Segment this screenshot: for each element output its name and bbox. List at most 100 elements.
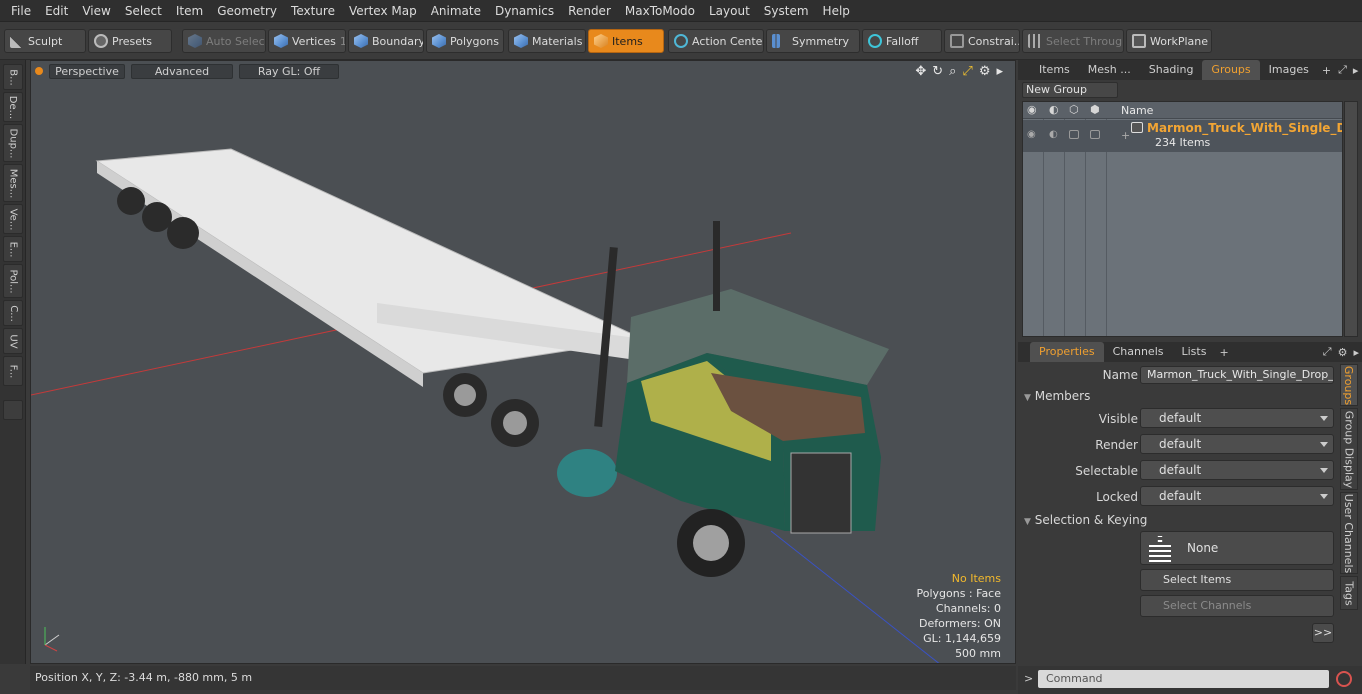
selectable-dropdown[interactable]: default (1140, 460, 1334, 480)
menu-texture[interactable]: Texture (284, 0, 342, 22)
tab-items[interactable]: Items (1030, 60, 1079, 80)
row-select-icon[interactable] (1090, 130, 1100, 139)
falloff-button[interactable]: Falloff (862, 29, 942, 53)
tab-images[interactable]: Images (1260, 60, 1318, 80)
group-list-scrollbar[interactable] (1344, 101, 1358, 337)
panel-arrow-icon[interactable]: ▸ (1350, 64, 1362, 77)
items-button[interactable]: Items (588, 29, 664, 53)
expand-arrow-icon[interactable]: ▸ (996, 64, 1003, 79)
left-tab-fusion[interactable]: F... (3, 356, 23, 386)
pan-icon[interactable]: ✥ (915, 64, 926, 79)
keying-none-button[interactable]: None (1140, 531, 1334, 565)
tab-channels[interactable]: Channels (1104, 342, 1173, 362)
left-tab-deform[interactable]: De... (3, 92, 23, 122)
visible-dropdown[interactable]: default (1140, 408, 1334, 428)
menu-view[interactable]: View (75, 0, 117, 22)
symmetry-button[interactable]: Symmetry (766, 29, 860, 53)
side-tab-groups[interactable]: Groups (1340, 364, 1358, 406)
new-group-button[interactable]: New Group (1022, 82, 1118, 98)
action-center-button[interactable]: Action Center (668, 29, 764, 53)
maximize-icon[interactable]: ⤢ (1320, 345, 1335, 359)
row-visibility-icon[interactable]: ◉ (1027, 129, 1036, 140)
materials-button[interactable]: Materials (508, 29, 586, 53)
render-column-icon[interactable]: ◐ (1049, 103, 1059, 116)
constraints-button[interactable]: Constrai... (944, 29, 1020, 53)
visibility-column-icon[interactable]: ◉ (1027, 103, 1037, 116)
workplane-button[interactable]: WorkPlane (1126, 29, 1212, 53)
locked-dropdown[interactable]: default (1140, 486, 1334, 506)
row-render-icon[interactable]: ◐ (1049, 129, 1058, 140)
menu-select[interactable]: Select (118, 0, 169, 22)
sculpt-button[interactable]: Sculpt (4, 29, 86, 53)
left-tab-curve[interactable]: C... (3, 300, 23, 326)
settings-icon[interactable]: ⚙ (979, 64, 991, 79)
menu-maxtomodo[interactable]: MaxToModo (618, 0, 702, 22)
panel-arrow-icon[interactable]: ▸ (1350, 346, 1362, 359)
fit-icon[interactable]: ⤢ (962, 64, 972, 79)
left-tab-duplicate[interactable]: Dup... (3, 124, 23, 162)
workplane-icon (1132, 34, 1146, 48)
add-tab-icon[interactable]: + (1215, 346, 1232, 359)
left-tab-expand[interactable] (3, 400, 23, 420)
rotate-icon[interactable]: ↻ (932, 64, 943, 79)
expand-icon[interactable]: + (1121, 129, 1130, 142)
select-through-button[interactable]: Select Through (1022, 29, 1124, 53)
stat-polygons: Polygons : Face (916, 587, 1001, 600)
members-section[interactable]: ▼ Members (1024, 389, 1090, 403)
left-tab-vertex[interactable]: Ve... (3, 204, 23, 234)
select-channels-button[interactable]: Select Channels (1140, 595, 1334, 617)
presets-button[interactable]: Presets (88, 29, 172, 53)
add-tab-icon[interactable]: + (1318, 64, 1335, 77)
tab-mesh[interactable]: Mesh ... (1079, 60, 1140, 80)
menu-help[interactable]: Help (816, 0, 857, 22)
menu-edit[interactable]: Edit (38, 0, 75, 22)
select-items-button[interactable]: Select Items (1140, 569, 1334, 591)
side-tab-tags[interactable]: Tags (1340, 576, 1358, 610)
boundary-button[interactable]: Boundary (348, 29, 424, 53)
tab-groups[interactable]: Groups (1202, 60, 1260, 80)
maximize-icon[interactable]: ⤢ (1335, 63, 1350, 77)
left-tab-uv[interactable]: UV (3, 328, 23, 354)
left-tab-basic[interactable]: B... (3, 64, 23, 90)
menu-vertex-map[interactable]: Vertex Map (342, 0, 424, 22)
group-name-field[interactable]: Marmon_Truck_With_Single_Drop_Tri_ (1140, 366, 1334, 384)
side-tab-group-display[interactable]: Group Display (1340, 408, 1358, 490)
select-column-icon[interactable]: ⬢ (1090, 103, 1100, 116)
menu-render[interactable]: Render (561, 0, 618, 22)
view-type-dropdown[interactable]: Perspective (49, 63, 125, 79)
constraints-icon (950, 34, 964, 48)
auto-select-button[interactable]: Auto Select (182, 29, 266, 53)
tab-shading[interactable]: Shading (1140, 60, 1203, 80)
gear-icon[interactable]: ⚙ (1335, 346, 1351, 359)
menu-item[interactable]: Item (169, 0, 210, 22)
shading-dropdown[interactable]: Advanced (131, 63, 233, 79)
menu-layout[interactable]: Layout (702, 0, 757, 22)
group-row[interactable]: ◉ ◐ + Marmon_Truck_With_Single_Dr ... 23… (1023, 120, 1342, 152)
selection-keying-section[interactable]: ▼ Selection & Keying (1024, 513, 1147, 527)
menu-file[interactable]: File (4, 0, 38, 22)
left-tab-mesh[interactable]: Mes... (3, 164, 23, 202)
tab-properties[interactable]: Properties (1030, 342, 1104, 362)
name-column-header[interactable]: Name (1121, 104, 1153, 117)
group-item-count: 234 Items (1155, 136, 1211, 149)
command-input[interactable]: Command (1038, 670, 1329, 688)
left-tab-polygon[interactable]: Pol... (3, 264, 23, 298)
record-icon[interactable] (1336, 671, 1352, 687)
menu-geometry[interactable]: Geometry (210, 0, 284, 22)
menu-animate[interactable]: Animate (424, 0, 488, 22)
raygl-dropdown[interactable]: Ray GL: Off (239, 63, 339, 79)
polygons-button[interactable]: Polygons (426, 29, 504, 53)
tab-lists[interactable]: Lists (1173, 342, 1216, 362)
render-dropdown[interactable]: default (1140, 434, 1334, 454)
menu-dynamics[interactable]: Dynamics (488, 0, 561, 22)
side-tab-user-channels[interactable]: User Channels (1340, 492, 1358, 574)
vertices-button[interactable]: Vertices1 (268, 29, 346, 53)
row-lock-icon[interactable] (1069, 130, 1079, 139)
viewport-menu-dot-icon[interactable] (35, 67, 43, 75)
zoom-icon[interactable]: ⌕ (949, 64, 956, 79)
menu-system[interactable]: System (757, 0, 816, 22)
lock-column-icon[interactable]: ⬡ (1069, 103, 1079, 116)
more-button[interactable]: >> (1312, 623, 1334, 643)
3d-viewport[interactable]: Perspective Advanced Ray GL: Off ✥ ↻ ⌕ ⤢… (30, 60, 1016, 664)
left-tab-edge[interactable]: E... (3, 236, 23, 262)
